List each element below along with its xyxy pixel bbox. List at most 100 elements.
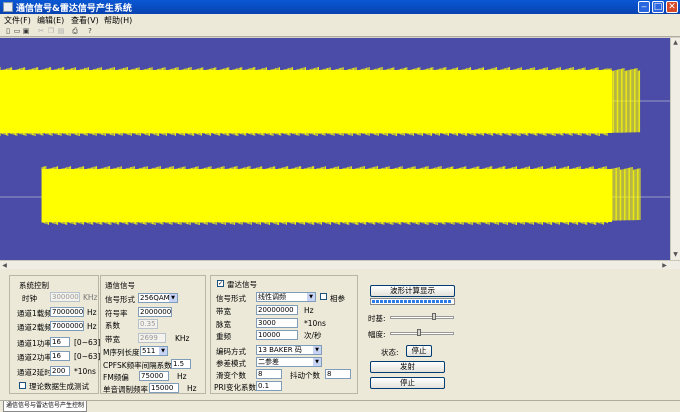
- open-icon[interactable]: ▭: [13, 27, 21, 35]
- status-label: 状态:: [381, 348, 399, 357]
- pw-input[interactable]: 3000: [256, 318, 298, 328]
- channel1-waveform: [0, 67, 641, 136]
- radar-enable-checkbox[interactable]: ✓: [217, 280, 224, 287]
- chevron-down-icon[interactable]: ▼: [313, 346, 321, 354]
- help-icon[interactable]: ?: [86, 27, 94, 35]
- pw-unit: *10ns: [304, 319, 326, 328]
- code-value: 13 BAKER 码: [258, 346, 302, 354]
- radar-bw-input[interactable]: 20000000: [256, 305, 298, 315]
- progress-segment: [388, 300, 391, 303]
- ch2-power-range: [0~63]: [74, 352, 101, 361]
- radar-form-value: 线性调频: [258, 293, 286, 301]
- stop-button[interactable]: 停止: [370, 377, 445, 389]
- mlen-value: 511: [142, 347, 156, 355]
- radar-bw-label: 带宽: [216, 307, 231, 316]
- minimize-button[interactable]: ‒: [638, 1, 650, 13]
- comm-form-select[interactable]: 256QAM ▼: [138, 293, 178, 303]
- progress-segment: [440, 300, 443, 303]
- fm-unit: Hz: [177, 372, 187, 381]
- timebase-slider-track[interactable]: [390, 316, 454, 319]
- chevron-down-icon[interactable]: ▼: [313, 358, 321, 366]
- toolbar: ▯ ▭ ▣ ✂ ❐ ▤ ⎙ ?: [0, 25, 680, 37]
- progress-segment: [444, 300, 447, 303]
- chevron-down-icon[interactable]: ▼: [159, 347, 167, 355]
- symrate-label: 符号率: [105, 309, 128, 318]
- send-button[interactable]: 发射: [370, 361, 445, 373]
- copy-icon[interactable]: ❐: [47, 27, 55, 35]
- comm-bw-input[interactable]: 2699: [138, 333, 166, 343]
- channel2-waveform: [41, 166, 641, 225]
- ch1-power-range: [0~63]: [74, 338, 101, 347]
- new-icon[interactable]: ▯: [4, 27, 12, 35]
- timebase-slider-thumb[interactable]: [432, 313, 436, 320]
- ch1-freq-input[interactable]: 70000000: [50, 307, 84, 317]
- ch1-power-input[interactable]: 16: [50, 337, 70, 347]
- mode-value: 二参差: [258, 358, 279, 366]
- maximize-button[interactable]: □: [652, 1, 664, 13]
- rep-label: 重频: [216, 332, 231, 341]
- cut-icon[interactable]: ✂: [37, 27, 45, 35]
- calc-progress-bar: [370, 298, 455, 305]
- mlen-select[interactable]: 511 ▼: [140, 346, 168, 356]
- mlen-label: M序列长度: [103, 348, 140, 357]
- progress-segment: [416, 300, 419, 303]
- print-icon[interactable]: ⎙: [71, 27, 79, 35]
- rep-unit: 次/秒: [304, 331, 322, 340]
- vertical-scrollbar[interactable]: ▲ ▼: [670, 38, 680, 260]
- progress-segment: [396, 300, 399, 303]
- pri-input[interactable]: 0.1: [256, 381, 282, 391]
- clock-input[interactable]: 300000: [50, 292, 80, 302]
- close-button[interactable]: ✕: [666, 1, 678, 13]
- theory-test-checkbox[interactable]: [19, 382, 26, 389]
- progress-segment: [432, 300, 435, 303]
- chevron-down-icon[interactable]: ▼: [307, 293, 315, 301]
- radar-form-select[interactable]: 线性调频 ▼: [256, 292, 316, 302]
- tab-control[interactable]: 通信信号与雷达信号产生控制: [3, 401, 88, 412]
- scroll-down-icon[interactable]: ▼: [671, 250, 680, 259]
- window-title: 通信信号&雷达信号产生系统: [16, 4, 132, 14]
- waveform-svg: [0, 67, 670, 225]
- chevron-down-icon[interactable]: ▼: [169, 294, 177, 302]
- ch2-delay-input[interactable]: 200: [50, 366, 70, 376]
- pri-label: PRI变化系数: [214, 383, 256, 392]
- progress-segment: [408, 300, 411, 303]
- mode-select[interactable]: 二参差 ▼: [256, 357, 322, 367]
- ch2-freq-input[interactable]: 70000000: [50, 321, 84, 331]
- fm-input[interactable]: 75000: [139, 371, 169, 381]
- wave-calc-button[interactable]: 波形计算显示: [370, 285, 455, 297]
- comm-bw-unit: KHz: [175, 334, 190, 343]
- cpfsk-label: CPFSK频率间隔系数: [103, 361, 172, 370]
- amp-slider-track[interactable]: [390, 332, 454, 335]
- progress-segment: [420, 300, 423, 303]
- status-indicator: 停止: [406, 345, 432, 357]
- symrate-input[interactable]: 2000000: [138, 307, 172, 317]
- save-icon[interactable]: ▣: [22, 27, 30, 35]
- ch1-freq-unit: Hz: [87, 308, 97, 317]
- comm-bw-label: 带宽: [105, 335, 120, 344]
- radar-enable-label: 雷达信号: [227, 280, 257, 289]
- menu-bar: 文件(F) 编辑(E) 查看(V) 帮助(H): [0, 14, 680, 25]
- theory-test-label: 理论数据生成测试: [29, 382, 89, 391]
- cpfsk-input[interactable]: 1.5: [171, 359, 191, 369]
- comm-form-value: 256QAM: [140, 294, 170, 302]
- paste-icon[interactable]: ▤: [57, 27, 65, 35]
- pw-label: 脉宽: [216, 320, 231, 329]
- coef-label: 系数: [105, 321, 120, 330]
- ch1-power-label: 通道1功率: [17, 339, 52, 348]
- ch2-power-input[interactable]: 16: [50, 351, 70, 361]
- comm-signal-title: 通信信号: [105, 281, 135, 290]
- slide-input[interactable]: 8: [256, 369, 282, 379]
- amp-slider-thumb[interactable]: [417, 329, 421, 336]
- horizontal-scrollbar[interactable]: ◀ ▶: [0, 260, 680, 269]
- tone-input[interactable]: 15000: [149, 383, 179, 393]
- jitter-input[interactable]: 8: [325, 369, 351, 379]
- code-select[interactable]: 13 BAKER 码 ▼: [256, 345, 322, 355]
- progress-segment: [424, 300, 427, 303]
- system-control-title: 系统控制: [19, 281, 49, 290]
- progress-segment: [428, 300, 431, 303]
- rep-input[interactable]: 10000: [256, 330, 298, 340]
- coef-input[interactable]: 0.35: [138, 319, 158, 329]
- radar-form-label: 信号形式: [216, 294, 246, 303]
- coherent-checkbox[interactable]: [320, 293, 327, 300]
- scroll-up-icon[interactable]: ▲: [671, 38, 680, 47]
